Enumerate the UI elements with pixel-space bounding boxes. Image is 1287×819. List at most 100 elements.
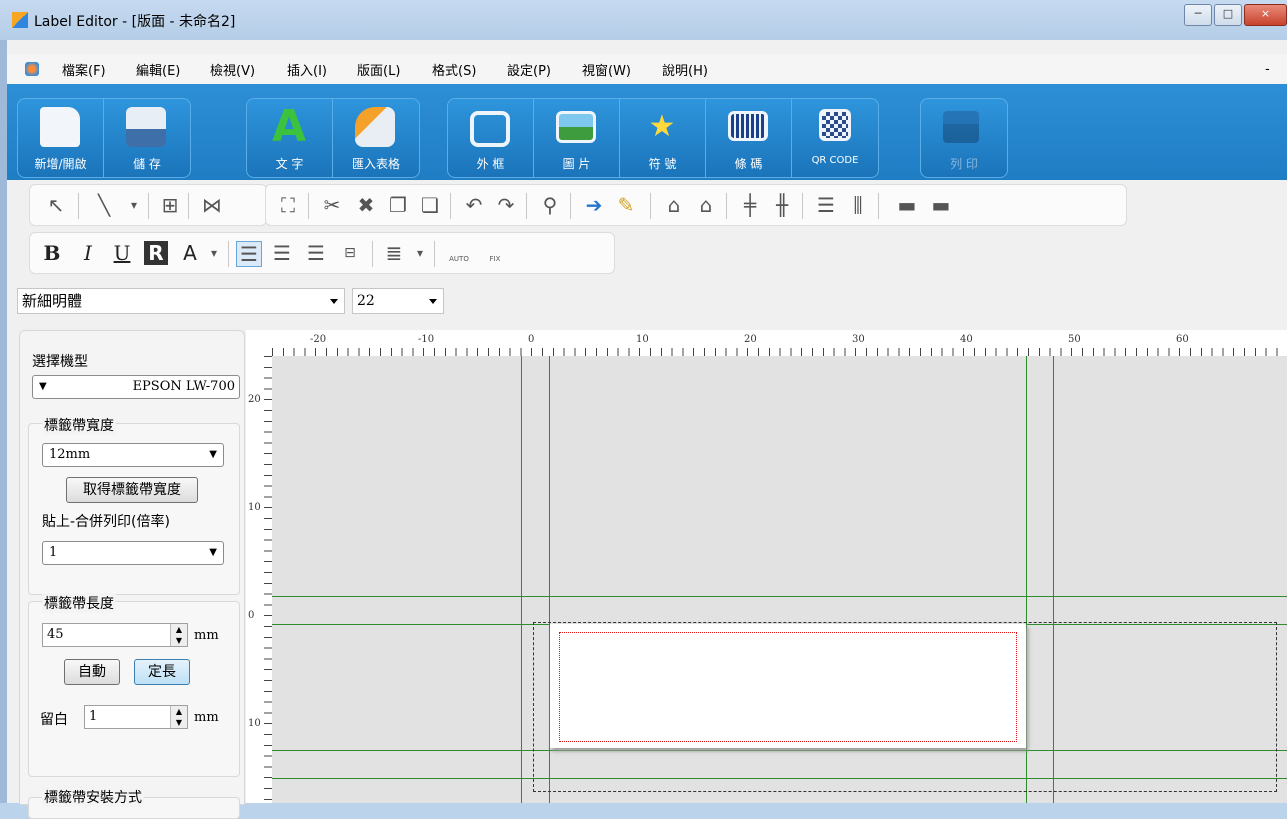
menu-settings[interactable]: 設定(P) <box>507 60 551 79</box>
cut-icon[interactable]: ✂ <box>320 193 344 217</box>
invert-text-icon[interactable]: R <box>144 241 168 265</box>
ribbon-group-text: A 文 字 匯入表格 <box>246 98 420 178</box>
line-dropdown-icon[interactable]: ▾ <box>122 193 146 217</box>
horizontal-ruler: -20 -10 0 10 20 30 40 50 60 <box>272 330 1287 357</box>
close-button[interactable]: × <box>1244 4 1287 26</box>
chevron-down-icon <box>330 299 338 304</box>
rotate-right-icon[interactable]: ⌂ <box>694 193 718 217</box>
menu-help[interactable]: 說明(H) <box>662 60 708 79</box>
font-bar: 新細明體 22 <box>7 280 1287 326</box>
menu-edit[interactable]: 編輯(E) <box>136 60 180 79</box>
bold-button[interactable]: B <box>40 241 64 265</box>
align-left-icon[interactable]: ☰ <box>236 241 262 267</box>
new-open-button[interactable]: 新增/開啟 <box>18 99 104 177</box>
rotate-left-icon[interactable]: ⌂ <box>662 193 686 217</box>
font-color-button[interactable]: A <box>178 241 202 265</box>
pointer-icon[interactable]: ↖ <box>44 193 68 217</box>
model-select[interactable]: ▼ EPSON LW-700 <box>32 375 240 399</box>
text-button[interactable]: A 文 字 <box>247 99 333 177</box>
save-button[interactable]: 儲 存 <box>104 99 190 177</box>
fix-size-button[interactable]: FIX <box>480 241 510 265</box>
frame-icon <box>470 111 510 147</box>
margin-unit: mm <box>194 710 219 725</box>
edit-toolbar: ⛶ ✂ ✖ ❐ ❏ ↶ ↷ ⚲ ➔ ✎ ⌂ ⌂ ╪ ╫ ☰ ⫼ ▬ ▬ <box>265 184 1127 226</box>
maximize-button[interactable]: □ <box>1214 4 1242 26</box>
import-table-button[interactable]: 匯入表格 <box>333 99 419 177</box>
chevron-down-icon: ▼ <box>39 381 47 392</box>
qrcode-button[interactable]: QR CODE <box>792 99 878 177</box>
shape-rect-icon[interactable]: ▬ <box>892 193 922 217</box>
print-icon <box>943 111 979 143</box>
label-printable-area[interactable] <box>559 632 1017 742</box>
margin-input[interactable]: 1 ▲ ▼ <box>84 705 188 729</box>
document-icon[interactable] <box>25 62 39 76</box>
ribbon-group-print: 列 印 <box>920 98 1008 178</box>
redo-icon[interactable]: ↷ <box>494 193 518 217</box>
symbol-button[interactable]: ★ 符 號 <box>620 99 706 177</box>
font-color-dropdown-icon[interactable]: ▾ <box>202 241 226 265</box>
label-preview[interactable] <box>550 624 1026 748</box>
menu-view[interactable]: 檢視(V) <box>210 60 255 79</box>
font-family-select[interactable]: 新細明體 <box>17 288 345 314</box>
barcode-button[interactable]: 條 碼 <box>706 99 792 177</box>
picture-button[interactable]: 圖 片 <box>534 99 620 177</box>
menu-bar: 檔案(F) 編輯(E) 檢視(V) 插入(I) 版面(L) 格式(S) 設定(P… <box>7 54 1287 84</box>
paste-ratio-select[interactable]: 1 ▼ <box>42 541 224 565</box>
auto-length-button[interactable]: 自動 <box>64 659 120 685</box>
spinner-arrows-icon[interactable]: ▲ ▼ <box>170 706 187 728</box>
distribute-h-icon[interactable]: ☰ <box>814 193 838 217</box>
paste-icon[interactable]: ❏ <box>418 193 442 217</box>
search-replace-icon[interactable]: ⚲ <box>538 193 562 217</box>
copy-icon[interactable]: ❐ <box>386 193 410 217</box>
underline-button[interactable]: U <box>110 241 134 265</box>
menu-format[interactable]: 格式(S) <box>432 60 476 79</box>
ruler-corner <box>246 330 272 356</box>
mdi-minimize-button[interactable]: - <box>1265 62 1270 77</box>
text-format-toolbar: B I U R A ▾ ☰ ☰ ☰ ⊟ ≣ ▾ AUTO FIX <box>29 232 615 274</box>
shape-round-icon[interactable]: ▬ <box>926 193 956 217</box>
align-right-icon[interactable]: ☰ <box>304 241 328 265</box>
merge-icon[interactable]: ✎ <box>614 193 638 217</box>
symbol-icon: ★ <box>648 109 676 144</box>
line-tool-icon[interactable]: ╲ <box>92 193 116 217</box>
minimize-button[interactable]: ─ <box>1184 4 1212 26</box>
table-tool-icon[interactable]: ⊞ <box>158 193 182 217</box>
line-spacing-dropdown-icon[interactable]: ▾ <box>408 241 432 265</box>
title-bar: Label Editor - [版面 - 未命名2] ─ □ × <box>0 0 1287 40</box>
chevron-down-icon <box>429 299 437 304</box>
fit-frame-icon[interactable]: ⛶ <box>276 193 300 217</box>
delete-icon[interactable]: ✖ <box>354 193 378 217</box>
line-spacing-icon[interactable]: ≣ <box>382 241 406 265</box>
get-tape-width-button[interactable]: 取得標籤帶寬度 <box>66 477 198 503</box>
guide-line <box>521 356 522 803</box>
menu-insert[interactable]: 插入(I) <box>287 60 327 79</box>
group-tool-icon[interactable]: ⋈ <box>200 193 224 217</box>
undo-icon[interactable]: ↶ <box>462 193 486 217</box>
settings-panel: 選擇機型 ▼ EPSON LW-700 標籤帶寬度 12mm ▼ 取得標籤帶寬度… <box>19 330 245 819</box>
barcode-icon <box>728 111 768 141</box>
menu-layout[interactable]: 版面(L) <box>357 60 400 79</box>
menu-window[interactable]: 視窗(W) <box>582 60 631 79</box>
tape-width-label: 標籤帶寬度 <box>42 415 116 435</box>
tape-length-input[interactable]: 45 ▲ ▼ <box>42 623 188 647</box>
ribbon-group-file: 新增/開啟 儲 存 <box>17 98 191 178</box>
font-size-select[interactable]: 22 <box>352 288 444 314</box>
align-center-h-icon[interactable]: ╪ <box>738 193 762 217</box>
paste-merge-label: 貼上-合併列印(倍率) <box>42 514 170 530</box>
print-button[interactable]: 列 印 <box>921 99 1007 177</box>
chevron-down-icon: ▼ <box>209 547 217 558</box>
align-center-icon[interactable]: ☰ <box>270 241 294 265</box>
frame-button[interactable]: 外 框 <box>448 99 534 177</box>
text-fit-icon[interactable]: ⊟ <box>338 241 362 265</box>
menu-file[interactable]: 檔案(F) <box>62 60 106 79</box>
format-toolbar: B I U R A ▾ ☰ ☰ ☰ ⊟ ≣ ▾ AUTO FIX <box>7 228 1287 280</box>
select-draw-toolbar: ↖ ╲ ▾ ⊞ ⋈ <box>29 184 267 226</box>
italic-button[interactable]: I <box>76 241 100 265</box>
tape-width-select[interactable]: 12mm ▼ <box>42 443 224 467</box>
distribute-v-icon[interactable]: ⫼ <box>846 193 870 217</box>
insert-field-icon[interactable]: ➔ <box>582 193 606 217</box>
align-center-v-icon[interactable]: ╫ <box>770 193 794 217</box>
auto-size-button[interactable]: AUTO <box>444 241 474 265</box>
spinner-arrows-icon[interactable]: ▲ ▼ <box>170 624 187 646</box>
fixed-length-button[interactable]: 定長 <box>134 659 190 685</box>
